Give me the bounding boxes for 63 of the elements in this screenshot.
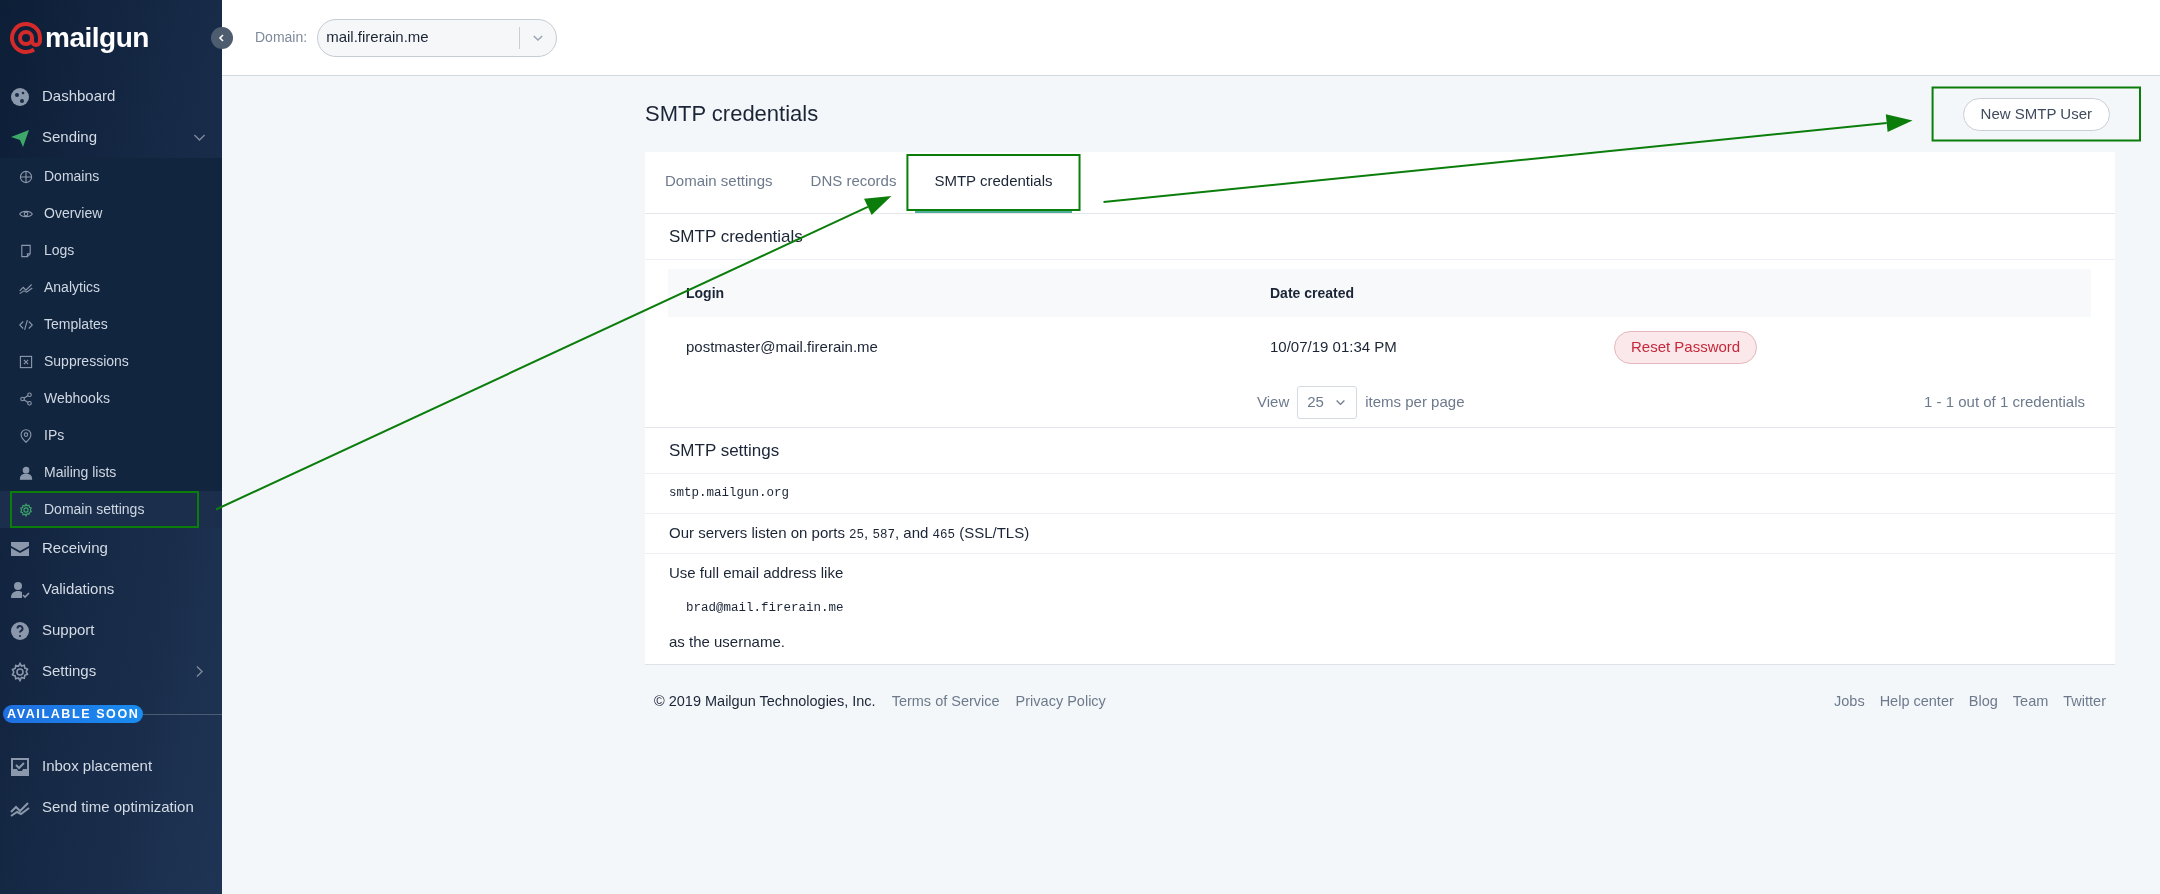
tab[interactable]: SMTP credentials (915, 152, 1072, 213)
footer-link[interactable]: Jobs (1834, 690, 1865, 713)
inbox-check-icon (10, 756, 30, 777)
user-check-icon (10, 579, 30, 600)
tab[interactable]: DNS records (791, 152, 916, 213)
paper-plane-icon (10, 127, 30, 148)
sidebar-subitem[interactable]: Webhooks (0, 380, 222, 417)
sidebar-subitem[interactable]: Mailing lists (0, 454, 222, 491)
smtp-host: smtp.mailgun.org (669, 485, 790, 503)
share-nodes-icon (19, 391, 33, 406)
footer-link[interactable]: Blog (1968, 690, 1998, 713)
table-cell-text: postmaster@mail.firerain.me (685, 336, 879, 357)
page-title: SMTP credentials (645, 100, 819, 128)
sidebar-item[interactable]: Send time optimization (0, 787, 222, 828)
instruction-text: as the username. (669, 632, 786, 653)
instruction-text: Use full email address like (669, 563, 845, 583)
pagination-summary: 1 - 1 out of 1 credentials (1924, 391, 2086, 412)
map-pin-icon (19, 428, 33, 443)
sidebar-item[interactable]: Receiving (0, 528, 222, 569)
per-page-select[interactable]: 25 (1297, 385, 1358, 419)
section-heading: SMTP settings (645, 428, 2115, 474)
document-icon (19, 243, 33, 258)
sidebar-subitem[interactable]: IPs (0, 417, 222, 454)
settings-icon (19, 502, 33, 517)
chevron-left-icon (217, 32, 227, 43)
tab[interactable]: Domain settings (646, 152, 792, 213)
section-heading: SMTP credentials (645, 214, 2115, 260)
sidebar-item[interactable]: Support (0, 610, 222, 651)
sidebar-item[interactable]: Sending (0, 117, 222, 158)
close-square-icon (19, 354, 33, 369)
column-header: Date created (1269, 283, 1356, 303)
reset-password-button[interactable]: Reset Password (1614, 330, 1758, 364)
column-header: Login (685, 283, 726, 303)
code-icon (19, 317, 33, 332)
copyright-text: © 2019 Mailgun Technologies, Inc. (654, 691, 876, 711)
sidebar-subitem[interactable]: Analytics (0, 269, 222, 306)
user-icon (19, 465, 33, 480)
domain-select[interactable]: mail.firerain.me (317, 18, 558, 57)
sidebar-item[interactable]: Validations (0, 569, 222, 610)
sidebar-subitem[interactable]: Domains (0, 158, 222, 195)
logo-text: mailgun (45, 24, 149, 52)
footer-link[interactable]: Team (2012, 690, 2049, 713)
sidebar-item[interactable]: Dashboard (0, 76, 222, 117)
logo-icon (9, 21, 43, 55)
per-page-label: items per page (1365, 391, 1465, 412)
domain-label: Domain: (255, 28, 308, 47)
sidebar-subitem[interactable]: Logs (0, 232, 222, 269)
footer-link[interactable]: Twitter (2063, 690, 2106, 713)
sidebar-subitem[interactable]: Suppressions (0, 343, 222, 380)
sidebar-subitem[interactable]: Overview (0, 195, 222, 232)
availability-badge: AVAILABLE SOON (3, 705, 144, 723)
table-cell-text: 10/07/19 01:34 PM (1269, 336, 1398, 357)
help-icon (10, 620, 30, 641)
footer-link[interactable]: Privacy Policy (1015, 690, 1106, 713)
settings-icon (10, 661, 30, 682)
new-user-button[interactable]: New SMTP User (1962, 97, 2110, 131)
sidebar-item[interactable]: Settings (0, 651, 222, 692)
footer-link[interactable]: Terms of Service (891, 690, 1000, 713)
sidebar-item[interactable]: Inbox placement (0, 746, 222, 787)
sidebar-subitem[interactable]: Templates (0, 306, 222, 343)
view-label: View (1257, 391, 1290, 412)
example-address: brad@mail.firerain.me (685, 599, 845, 617)
footer-link[interactable]: Help center (1879, 690, 1954, 713)
